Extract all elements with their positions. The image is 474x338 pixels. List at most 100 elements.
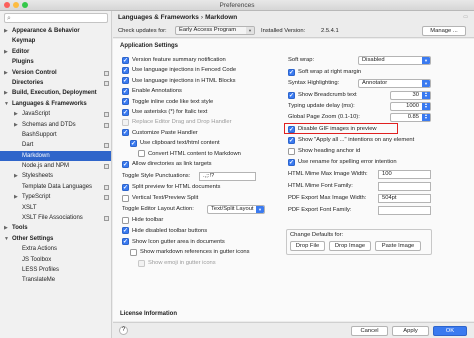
checkbox-box (138, 259, 145, 267)
sidebar-item-build-execution-deployment[interactable]: ▶ Build, Execution, Deployment (0, 88, 111, 98)
sidebar-item-stylesheets[interactable]: ▶ Stylesheets (0, 171, 111, 181)
breadcrumb-parent[interactable]: Languages & Frameworks (118, 14, 199, 21)
checkbox-box: ✓ (122, 183, 129, 191)
checkbox-label: Hide toolbar (132, 217, 164, 223)
update-channel-select[interactable]: Early Access Program ▾ (175, 26, 255, 35)
checkmark-icon: ✓ (122, 108, 129, 116)
sidebar-item-label: JavaScript (22, 111, 51, 118)
checkbox-label: Vertical Text/Preview Split (132, 195, 199, 201)
sidebar-item-editor[interactable]: ▶ Editor (0, 47, 111, 57)
project-scope-icon: ▭ (463, 14, 468, 20)
sidebar-item-label: Languages & Frameworks (12, 100, 87, 107)
sidebar-item-tools[interactable]: ▶ Tools (0, 223, 111, 233)
collapsed-arrow-icon[interactable]: ▶ (4, 68, 8, 78)
settings-search-input[interactable]: ⌕ (4, 13, 108, 23)
sidebar-item-less-profiles[interactable]: LESS Profiles (0, 265, 111, 275)
sidebar-item-node-js-and-npm[interactable]: Node.js and NPM (0, 161, 111, 171)
sidebar-item-label: XSLT File Associations (22, 215, 83, 222)
sidebar-item-version-control[interactable]: ▶ Version Control (0, 68, 111, 78)
sidebar-item-label: JS Toolbox (22, 256, 52, 263)
collapsed-arrow-icon[interactable]: ▶ (14, 171, 18, 181)
sidebar-item-label: Extra Actions (22, 246, 58, 253)
expanded-arrow-icon[interactable]: ▼ (4, 99, 9, 109)
spinner-arrows-icon[interactable]: ▲ ▼ (422, 113, 430, 121)
breadcrumb: Languages & Frameworks › Markdown (118, 13, 237, 22)
html-mime-font-family-field[interactable] (378, 181, 431, 191)
window-title: Preferences (219, 2, 255, 9)
drop-file-button[interactable]: Drop File (290, 241, 325, 251)
checkmark-icon: ✓ (288, 136, 295, 144)
close-window-button[interactable] (4, 2, 10, 8)
breadcrumb-length-spinner[interactable]: 30 ▲ ▼ (390, 90, 431, 100)
collapsed-arrow-icon[interactable]: ▶ (14, 109, 18, 119)
checkbox-label: Hide disabled toolbar buttons (132, 227, 208, 234)
sidebar-item-template-data-languages[interactable]: Template Data Languages (0, 182, 111, 192)
spinner-arrows-icon[interactable]: ▲ ▼ (422, 91, 430, 99)
sidebar-item-typescript[interactable]: ▶ TypeScript (0, 192, 111, 202)
zoom-window-button[interactable] (22, 2, 28, 8)
layout-action-select[interactable]: Text/Split Layout ▾ (207, 204, 265, 214)
minimize-window-button[interactable] (13, 2, 19, 8)
sidebar-item-keymap[interactable]: Keymap (0, 36, 111, 46)
checkbox-box: ✓ (288, 68, 295, 76)
sidebar-item-xslt-file-associations[interactable]: XSLT File Associations (0, 213, 111, 223)
checkmark-icon: ✓ (122, 56, 129, 64)
sidebar-item-extra-actions[interactable]: Extra Actions (0, 244, 111, 254)
sidebar-item-schemas-and-dtds[interactable]: ▶ Schemas and DTDs (0, 120, 111, 130)
sidebar-item-js-toolbox[interactable]: JS Toolbox (0, 255, 111, 265)
sidebar-item-languages-frameworks[interactable]: ▼ Languages & Frameworks (0, 99, 111, 109)
sidebar-item-other-settings[interactable]: ▼ Other Settings (0, 234, 111, 244)
collapsed-arrow-icon[interactable]: ▶ (14, 192, 18, 202)
cancel-button[interactable]: Cancel (351, 326, 388, 336)
sidebar-item-label: Version Control (12, 69, 57, 76)
chevron-down-icon: ▾ (422, 79, 430, 87)
expanded-arrow-icon[interactable]: ▼ (4, 234, 9, 244)
apply-button[interactable]: Apply (392, 326, 429, 336)
sidebar-item-directories[interactable]: Directories (0, 78, 111, 88)
syntax-highlighting-value: Annotator (362, 79, 388, 86)
checkbox-label: Show emoji in gutter icons (148, 260, 216, 267)
sidebar-item-javascript[interactable]: ▶ JavaScript (0, 109, 111, 119)
html-mime-max-image-width-field[interactable]: 100 (378, 169, 431, 179)
paste-image-button[interactable]: Paste Image (375, 241, 421, 251)
sidebar-item-bashsupport[interactable]: BashSupport (0, 130, 111, 140)
ok-button[interactable]: OK (433, 326, 467, 336)
collapsed-arrow-icon[interactable]: ▶ (4, 47, 8, 57)
sidebar-item-plugins[interactable]: Plugins (0, 57, 111, 67)
checkbox-box (138, 150, 145, 158)
collapsed-arrow-icon[interactable]: ▶ (14, 120, 18, 130)
page-zoom-spinner[interactable]: 0.85 ▲ ▼ (390, 112, 431, 122)
checkbox-label: Toggle inline code like text style (132, 98, 214, 105)
checkbox-box (122, 216, 129, 224)
typing-delay-label: Typing update delay (ms): (288, 103, 355, 109)
checkmark-icon: ✓ (122, 77, 129, 85)
style-punctuations-label: Toggle Style Punctuations: (122, 173, 191, 179)
chevron-down-icon: ▾ (422, 56, 430, 64)
typing-delay-spinner[interactable]: 1000 ▲ ▼ (390, 101, 431, 111)
checkbox-label: Split preview for HTML documents (132, 184, 221, 190)
sidebar-item-markdown[interactable]: Markdown (0, 150, 111, 162)
chevron-down-icon: ▾ (246, 27, 254, 34)
sidebar-item-dart[interactable]: Dart (0, 140, 111, 150)
pdf-export-font-family-field[interactable] (378, 205, 431, 215)
pdf-export-max-image-width-label: PDF Export Max Image Width: (288, 195, 367, 201)
soft-wrap-select[interactable]: Disabled ▾ (358, 55, 431, 65)
drop-image-button[interactable]: Drop Image (329, 241, 371, 251)
sidebar-item-label: Editor (12, 48, 30, 55)
syntax-highlighting-select[interactable]: Annotator ▾ (358, 78, 431, 88)
sidebar-item-translateme[interactable]: TranslateMe (0, 275, 111, 285)
manage-button[interactable]: Manage ... (422, 26, 466, 36)
collapsed-arrow-icon[interactable]: ▶ (4, 88, 8, 98)
collapsed-arrow-icon[interactable]: ▶ (4, 26, 8, 36)
checkbox-label: Soft wrap at right margin (298, 69, 362, 75)
style-punctuations-field[interactable]: .,;:!? (199, 171, 256, 181)
collapsed-arrow-icon[interactable]: ▶ (4, 223, 8, 233)
checkbox-box (288, 147, 295, 155)
sidebar-item-label: Appearance & Behavior (12, 28, 80, 34)
help-button[interactable]: ? (119, 326, 128, 335)
checkmark-icon: ✓ (288, 158, 295, 166)
sidebar-item-appearance-behavior[interactable]: ▶ Appearance & Behavior (0, 26, 111, 36)
spinner-arrows-icon[interactable]: ▲ ▼ (422, 102, 430, 110)
sidebar-item-xslt[interactable]: XSLT (0, 203, 111, 213)
pdf-export-max-image-width-field[interactable]: 504pt (378, 193, 431, 203)
